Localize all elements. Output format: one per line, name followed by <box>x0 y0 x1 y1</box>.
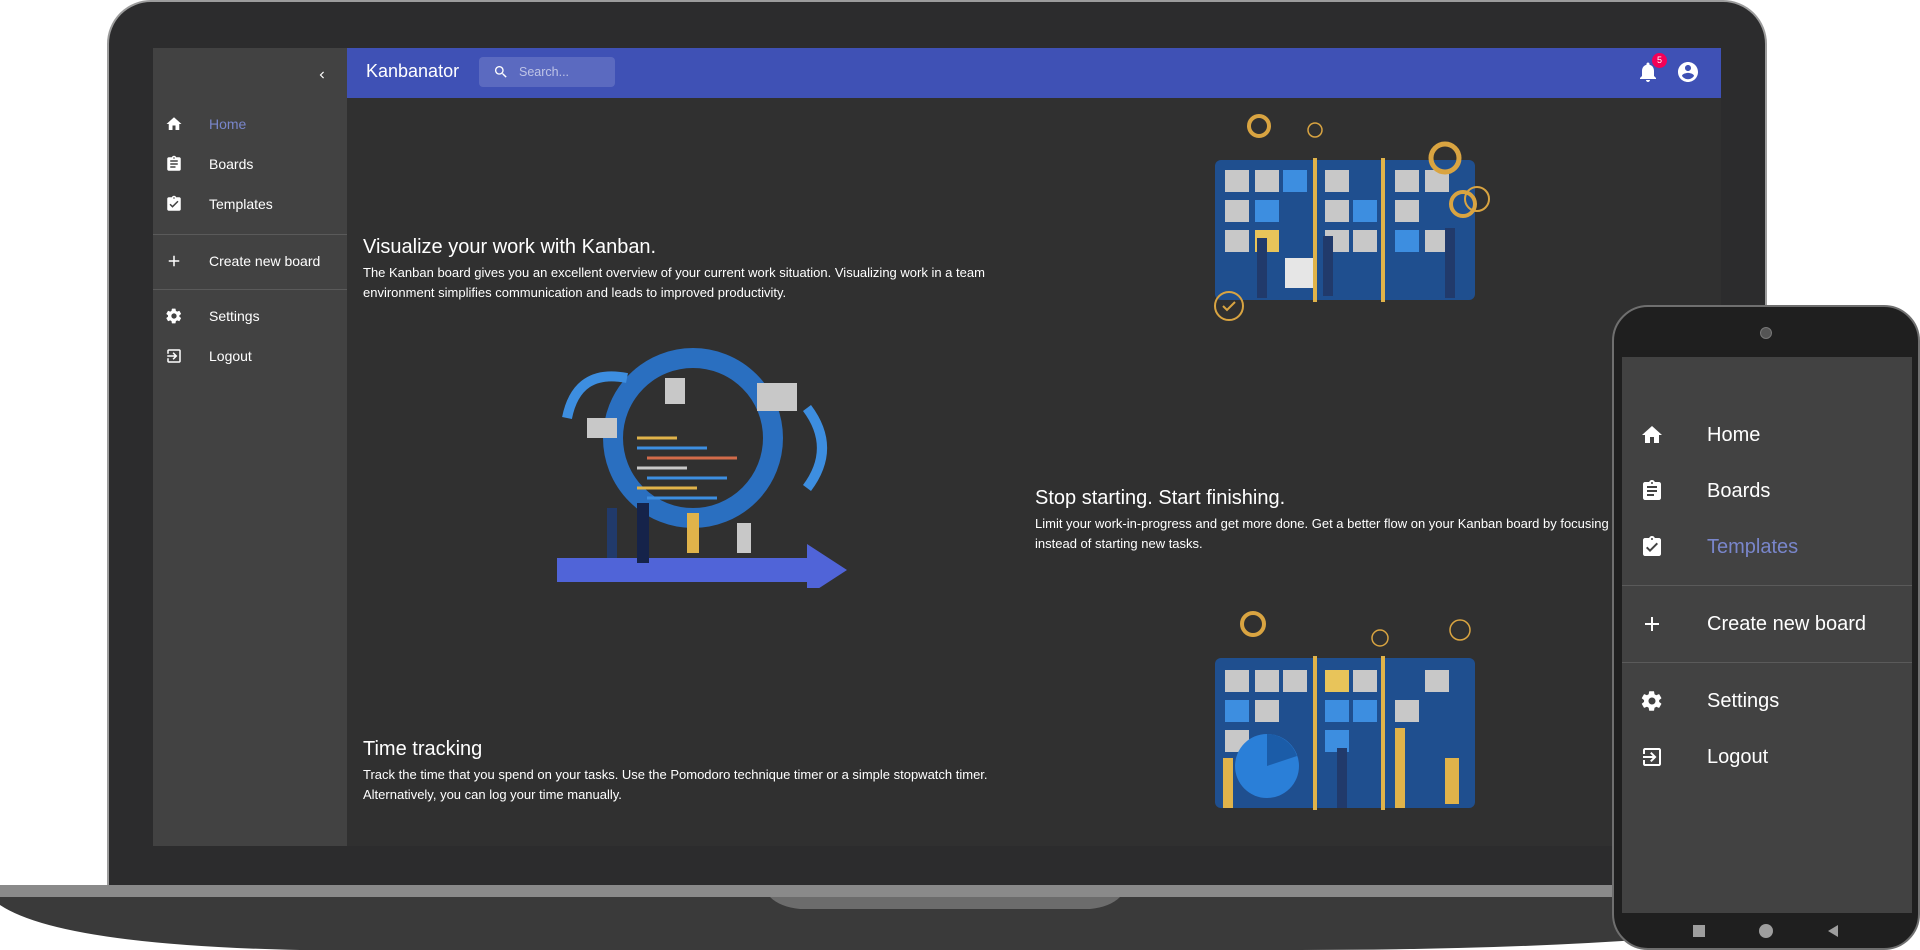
sidebar-divider <box>153 289 347 290</box>
app-title: Kanbanator <box>366 61 460 81</box>
gear-icon <box>164 306 184 326</box>
phone-navigation-bar <box>1614 913 1918 948</box>
sidebar-item-label: Templates <box>209 196 273 212</box>
home-icon <box>1639 422 1665 448</box>
phone-item-label: Home <box>1707 423 1761 446</box>
sidebar-nav: Home Boards Templates <box>153 104 347 224</box>
account-icon[interactable] <box>1676 60 1700 84</box>
phone-item-boards[interactable]: Boards <box>1622 463 1912 519</box>
phone-menu: Home Boards Templates Create new board S… <box>1622 357 1912 913</box>
kanban-board-illustration <box>1214 114 1490 321</box>
phone-item-label: Logout <box>1707 745 1769 768</box>
section-title: Visualize your work with Kanban. <box>363 236 657 258</box>
search-input[interactable] <box>517 64 613 80</box>
app-bar: Kanbanator 5 <box>347 48 1721 98</box>
phone-item-settings[interactable]: Settings <box>1622 673 1912 729</box>
collapse-sidebar-button[interactable] <box>309 62 335 88</box>
phone-divider <box>1622 662 1912 663</box>
sidebar-item-label: Logout <box>209 348 252 364</box>
sidebar: Home Boards Templates Create new board S… <box>153 48 347 846</box>
sidebar-item-settings[interactable]: Settings <box>153 296 347 336</box>
phone-item-templates[interactable]: Templates <box>1622 519 1912 575</box>
clipboard-check-icon <box>164 194 184 214</box>
home-icon <box>164 114 184 134</box>
feature-section-visualize: Visualize your work with Kanban. The Kan… <box>363 236 1023 303</box>
phone-item-label: Templates <box>1707 535 1799 558</box>
phone-item-create-new-board[interactable]: Create new board <box>1622 596 1912 652</box>
sidebar-item-templates[interactable]: Templates <box>153 184 347 224</box>
clipboard-icon <box>1639 478 1665 504</box>
sidebar-nav-create: Create new board <box>153 241 347 281</box>
feature-section-time-tracking: Time tracking Track the time that you sp… <box>363 738 1023 805</box>
chevron-left-icon <box>319 71 324 79</box>
phone-item-home[interactable]: Home <box>1622 407 1912 463</box>
phone-camera <box>1760 327 1772 339</box>
sidebar-item-home[interactable]: Home <box>153 104 347 144</box>
sidebar-item-create-new-board[interactable]: Create new board <box>153 241 347 281</box>
workflow-cycle-illustration <box>557 348 847 588</box>
home-button-icon[interactable] <box>1758 923 1774 939</box>
recents-icon[interactable] <box>1692 924 1706 938</box>
phone-item-logout[interactable]: Logout <box>1622 729 1912 785</box>
plus-icon <box>1639 611 1665 637</box>
section-text: The Kanban board gives you an excellent … <box>363 265 985 300</box>
phone-item-label: Boards <box>1707 479 1771 502</box>
app-screen: Home Boards Templates Create new board S… <box>153 48 1721 846</box>
sidebar-divider <box>153 234 347 235</box>
clipboard-check-icon <box>1639 534 1665 560</box>
section-text: Track the time that you spend on your ta… <box>363 767 988 802</box>
sidebar-item-boards[interactable]: Boards <box>153 144 347 184</box>
logout-icon <box>164 346 184 366</box>
sidebar-item-logout[interactable]: Logout <box>153 336 347 376</box>
sidebar-item-label: Settings <box>209 308 260 324</box>
logout-icon <box>1639 744 1665 770</box>
sidebar-nav-account: Settings Logout <box>153 296 347 376</box>
search-box[interactable] <box>479 57 615 87</box>
clipboard-icon <box>164 154 184 174</box>
phone-frame: Home Boards Templates Create new board S… <box>1612 305 1920 950</box>
phone-divider <box>1622 585 1912 586</box>
time-tracking-illustration <box>1215 611 1475 810</box>
main-content: Visualize your work with Kanban. The Kan… <box>347 98 1721 846</box>
sidebar-item-label: Create new board <box>209 253 321 269</box>
section-title: Time tracking <box>363 738 483 760</box>
back-icon[interactable] <box>1826 924 1840 938</box>
plus-icon <box>164 251 184 271</box>
search-icon <box>495 66 507 78</box>
gear-icon <box>1639 688 1665 714</box>
phone-item-label: Create new board <box>1707 612 1866 635</box>
notification-badge: 5 <box>1652 53 1667 68</box>
sidebar-item-label: Home <box>209 116 247 132</box>
phone-item-label: Settings <box>1707 689 1780 712</box>
sidebar-item-label: Boards <box>209 156 254 172</box>
